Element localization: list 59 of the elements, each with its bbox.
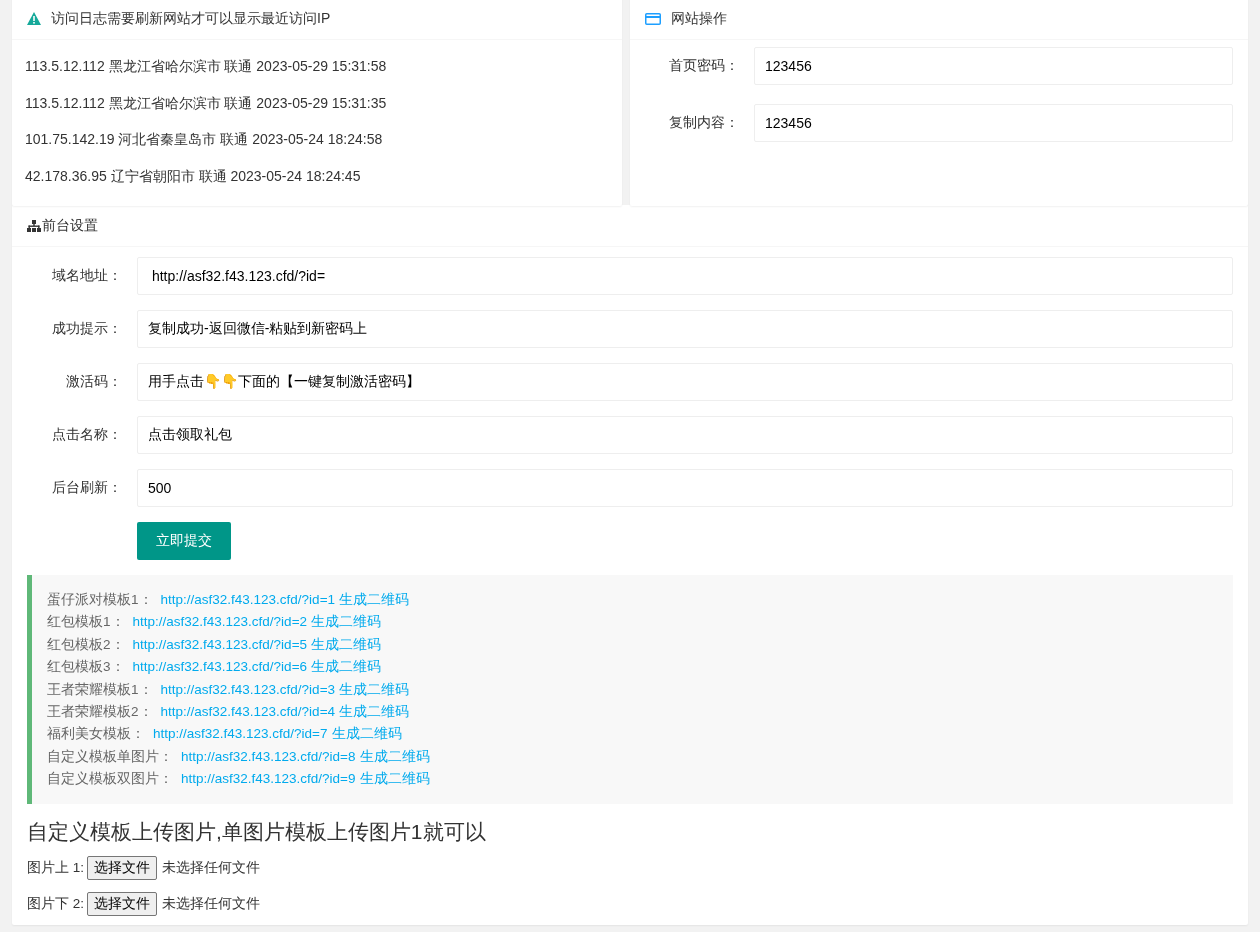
template-link[interactable]: http://asf32.f43.123.cfd/?id=5: [132, 636, 308, 652]
template-label: 王者荣耀模板2：: [47, 704, 153, 720]
template-label: 自定义模板双图片：: [47, 771, 173, 787]
template-label: 红包模板1：: [47, 614, 125, 630]
field-label: 成功提示：: [51, 320, 123, 338]
log-entry: 113.5.12.112 黑龙江省哈尔滨市 联通 2023-05-29 15:31:58: [25, 57, 388, 76]
card-title: 前台设置: [42, 216, 98, 235]
warning-icon: [27, 12, 41, 25]
qr-link[interactable]: 生成二维码: [311, 636, 382, 652]
qr-link[interactable]: 生成二维码: [339, 704, 410, 720]
template-link[interactable]: http://asf32.f43.123.cfd/?id=6: [132, 659, 308, 675]
card-title: 访问日志需要刷新网站才可以显示最近访问IP: [51, 9, 331, 28]
input-field[interactable]: 123456: [754, 47, 1233, 85]
credit-card-icon: [645, 12, 661, 25]
template-link[interactable]: http://asf32.f43.123.cfd/?id=1: [160, 592, 336, 607]
card-title: 网站操作: [671, 9, 727, 28]
qr-link[interactable]: 生成二维码: [339, 592, 410, 607]
upload-label: 图片上 1:: [27, 858, 84, 877]
template-label: 蛋仔派对模板1：: [47, 592, 153, 607]
qr-link[interactable]: 生成二维码: [359, 771, 430, 787]
choose-file-button[interactable]: 选择文件: [87, 891, 157, 916]
qr-link[interactable]: 生成二维码: [331, 726, 402, 742]
field-label: 域名地址：: [51, 267, 123, 285]
qr-link[interactable]: 生成二维码: [359, 748, 430, 764]
file-status: 未选择任何文件: [162, 858, 260, 877]
template-label: 自定义模板单图片：: [47, 748, 173, 764]
field-label: 点击名称：: [51, 426, 123, 444]
log-entry: 113.5.12.112 黑龙江省哈尔滨市 联通 2023-05-29 15:31:35: [25, 93, 388, 113]
input-field[interactable]: 500: [137, 469, 1233, 507]
input-field[interactable]: 点击领取礼包: [137, 416, 1233, 454]
field-label: 首页密码：: [668, 57, 740, 75]
qr-link[interactable]: 生成二维码: [311, 659, 382, 675]
template-link[interactable]: http://asf32.f43.123.cfd/?id=9: [181, 771, 356, 787]
field-label: 后台刷新：: [51, 479, 123, 497]
section-heading: 自定义模板上传图片,单图片模板上传图片1就可以: [27, 818, 487, 845]
input-field[interactable]: http://asf32.f43.123.cfd/?id=: [137, 257, 1233, 295]
template-label: 王者荣耀模板1：: [47, 681, 153, 697]
qr-link[interactable]: 生成二维码: [339, 681, 410, 697]
template-link[interactable]: http://asf32.f43.123.cfd/?id=7: [153, 726, 328, 742]
log-entry: 42.178.36.95 辽宁省朝阳市 联通 2023-05-24 18:24:45: [25, 166, 362, 186]
upload-label: 图片下 2:: [27, 894, 84, 913]
field-label: 激活码：: [65, 373, 123, 391]
file-status: 未选择任何文件: [162, 894, 260, 913]
template-link[interactable]: http://asf32.f43.123.cfd/?id=8: [181, 748, 356, 764]
input-field[interactable]: 用手点击👇👇下面的【一键复制激活密码】: [137, 363, 1233, 401]
template-link[interactable]: http://asf32.f43.123.cfd/?id=4: [160, 704, 336, 720]
input-field[interactable]: 123456: [754, 104, 1233, 142]
qr-link[interactable]: 生成二维码: [311, 614, 382, 630]
input-field[interactable]: 复制成功-返回微信-粘贴到新密码上: [137, 310, 1233, 348]
log-entry: 101.75.142.19 河北省秦皇岛市 联通 2023-05-24 18:24:58: [25, 130, 384, 149]
template-label: 福利美女模板：: [47, 726, 145, 742]
choose-file-button[interactable]: 选择文件: [87, 855, 157, 880]
field-label: 复制内容：: [668, 114, 740, 132]
template-label: 红包模板3：: [47, 659, 125, 675]
sitemap-icon: [27, 219, 41, 232]
template-label: 红包模板2：: [47, 636, 125, 652]
template-link[interactable]: http://asf32.f43.123.cfd/?id=2: [132, 614, 308, 630]
submit-button[interactable]: 立即提交: [137, 522, 231, 560]
template-link[interactable]: http://asf32.f43.123.cfd/?id=3: [160, 681, 336, 697]
